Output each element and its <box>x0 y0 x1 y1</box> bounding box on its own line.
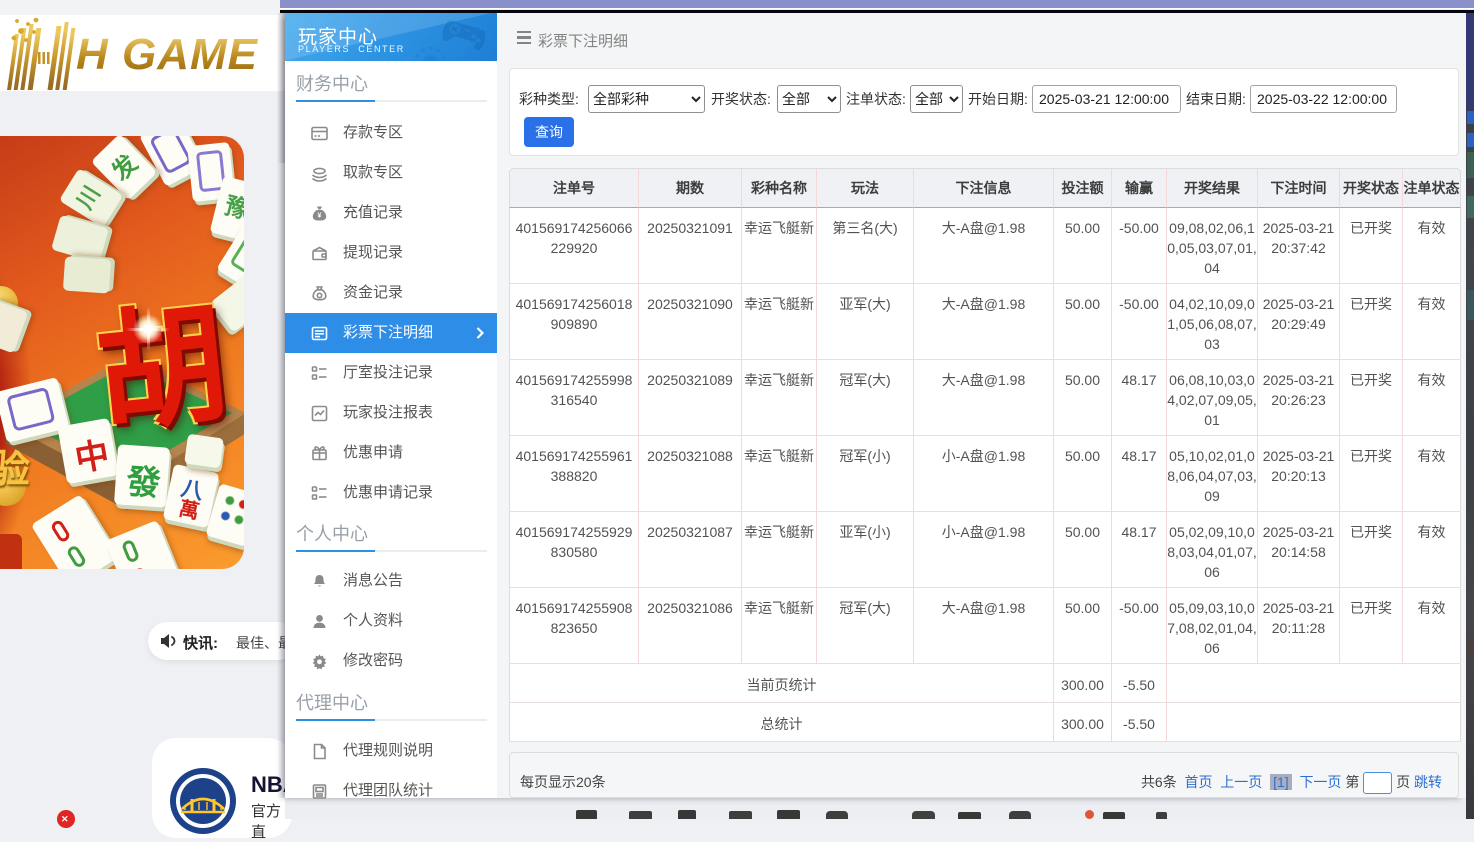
svg-text:¥: ¥ <box>318 213 322 220</box>
